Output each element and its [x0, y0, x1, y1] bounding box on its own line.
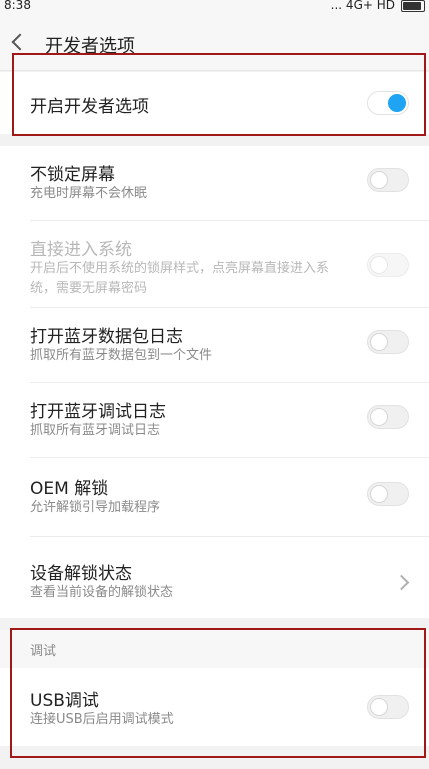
toggle-knob: [370, 333, 388, 351]
toggle-knob: [388, 94, 406, 112]
status-network-text: ... 4G+ HD: [330, 0, 395, 12]
item-title: 设备解锁状态: [30, 564, 132, 584]
list-item-bluetooth-debug-log[interactable]: 打开蓝牙调试日志 抓取所有蓝牙调试日志: [0, 383, 429, 457]
developer-options-toggle[interactable]: [367, 91, 409, 115]
page-title: 开发者选项: [45, 36, 135, 57]
item-title: 打开蓝牙数据包日志: [30, 327, 183, 347]
section-label-debug: 调试: [30, 644, 57, 659]
settings-list: 不锁定屏幕 充电时屏幕不会休眠 直接进入系统 开启后不使用系统的锁屏样式，点亮屏…: [0, 146, 429, 618]
developer-options-master-row[interactable]: 开启开发者选项: [0, 72, 429, 134]
direct-enter-system-toggle: [367, 253, 409, 277]
item-subtitle: 允许解锁引导加载程序: [30, 500, 161, 515]
toggle-knob: [370, 485, 388, 503]
toggle-knob: [370, 408, 388, 426]
list-item-oem-unlock[interactable]: OEM 解锁 允许解锁引导加载程序: [0, 458, 429, 536]
list-item-device-unlock-status[interactable]: 设备解锁状态 查看当前设备的解锁状态: [0, 537, 429, 618]
bluetooth-debug-log-toggle[interactable]: [367, 405, 409, 429]
toggle-knob: [370, 256, 388, 274]
chevron-right-icon: [393, 574, 410, 591]
status-icons: ... 4G+ HD: [331, 0, 425, 12]
list-item-direct-enter-system: 直接进入系统 开启后不使用系统的锁屏样式，点亮屏幕直接进入系统，需要无屏幕密码: [0, 221, 429, 307]
item-subtitle: 查看当前设备的解锁状态: [30, 585, 174, 600]
bluetooth-packet-log-toggle[interactable]: [367, 330, 409, 354]
header: 开发者选项: [0, 14, 429, 71]
toggle-knob: [370, 171, 388, 189]
usb-debugging-toggle[interactable]: [367, 695, 409, 719]
debug-section: 调试 USB调试 连接USB后启用调试模式: [0, 630, 429, 746]
item-subtitle: 连接USB后启用调试模式: [30, 712, 174, 727]
status-time: 8:38: [4, 0, 31, 12]
list-item-usb-debugging[interactable]: USB调试 连接USB后启用调试模式: [0, 668, 429, 746]
item-title: OEM 解锁: [30, 479, 109, 499]
list-item-bluetooth-packet-log[interactable]: 打开蓝牙数据包日志 抓取所有蓝牙数据包到一个文件: [0, 308, 429, 382]
battery-icon: [401, 0, 425, 12]
item-title: 不锁定屏幕: [30, 165, 115, 185]
toggle-knob: [370, 698, 388, 716]
item-subtitle: 抓取所有蓝牙数据包到一个文件: [30, 348, 213, 363]
item-title: 直接进入系统: [30, 240, 132, 260]
item-subtitle: 抓取所有蓝牙调试日志: [30, 423, 161, 438]
item-subtitle: 开启后不使用系统的锁屏样式，点亮屏幕直接进入系统，需要无屏幕密码: [30, 261, 330, 296]
list-item-no-lock-screen[interactable]: 不锁定屏幕 充电时屏幕不会休眠: [0, 146, 429, 220]
back-arrow-icon[interactable]: [11, 33, 29, 51]
oem-unlock-toggle[interactable]: [367, 482, 409, 506]
developer-options-label: 开启开发者选项: [30, 97, 149, 117]
status-bar: 8:38 ... 4G+ HD: [0, 0, 429, 14]
item-subtitle: 充电时屏幕不会休眠: [30, 186, 148, 201]
item-title: USB调试: [30, 691, 99, 711]
item-title: 打开蓝牙调试日志: [30, 402, 166, 422]
no-lock-screen-toggle[interactable]: [367, 168, 409, 192]
